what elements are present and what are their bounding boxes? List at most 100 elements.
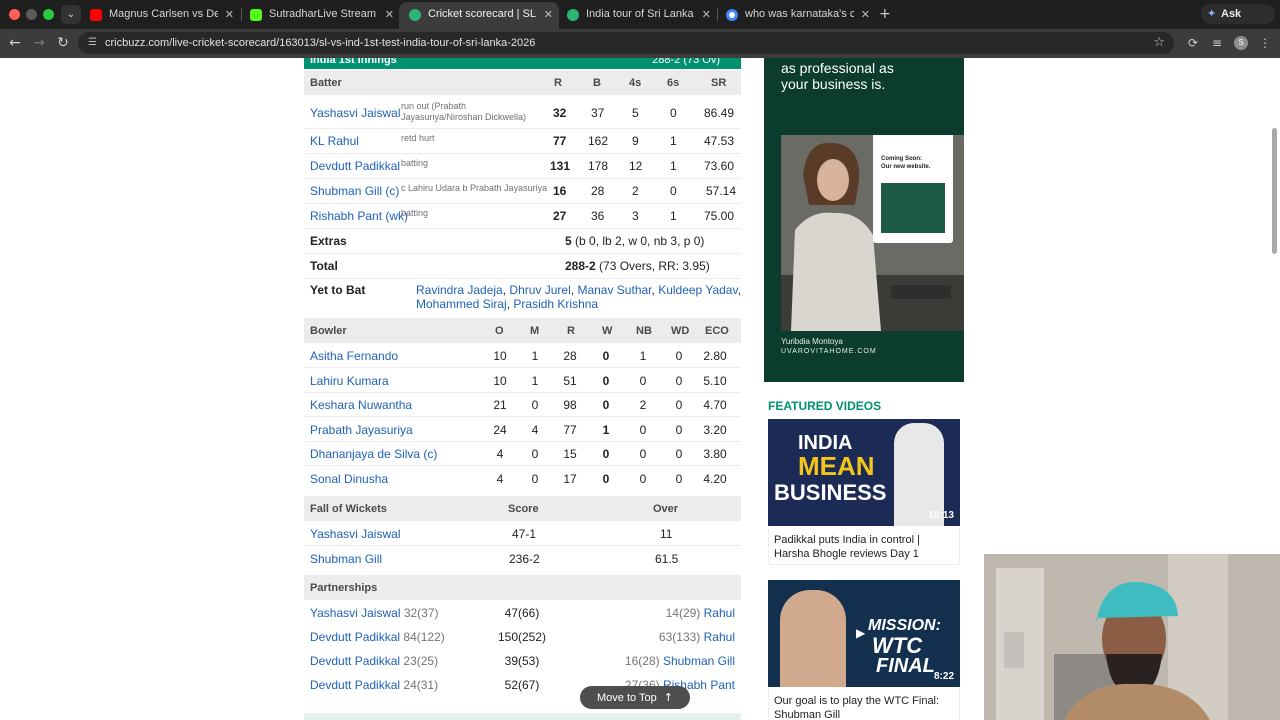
batter-name-link[interactable]: Devdutt Padikkal (310, 159, 400, 173)
bowler-name-link[interactable]: Dhananjaya de Silva (c) (310, 447, 437, 461)
batter-name-link[interactable]: Shubman Gill (c) (310, 184, 399, 198)
dismissal-text: run out (Prabath Jayasuriya/Niroshan Dick… (401, 101, 527, 122)
back-arrow-icon[interactable]: ← (5, 33, 25, 53)
advertisement[interactable]: as professional as your business is. Com… (764, 58, 964, 382)
browser-tab[interactable]: who was karnataka's captain ✕ (716, 3, 876, 26)
forward-arrow-icon[interactable]: → (29, 33, 49, 53)
extension-icon[interactable]: ⟳ (1184, 34, 1202, 52)
video-caption-link[interactable]: Padikkal puts India in control | Harsha … (774, 533, 956, 561)
page-scrollbar-thumb[interactable] (1272, 128, 1277, 254)
tab-close-icon[interactable]: ✕ (225, 3, 234, 26)
browser-tab[interactable]: India tour of Sri Lanka 2026 s ✕ (557, 3, 717, 26)
ask-gemini-button[interactable]: ✦ Ask Gemini (1201, 4, 1275, 40)
bowler-w: 0 (602, 398, 610, 413)
batter-runs: 77 (553, 134, 567, 148)
play-icon[interactable]: ▶ (856, 626, 865, 640)
partner-1-link[interactable]: Devdutt Padikkal (310, 630, 400, 644)
yet-to-bat-player-link[interactable]: Mohammed Siraj (416, 297, 507, 311)
partnership-row: Devdutt Padikkal 84(122) 150(252) 63(133) … (304, 624, 741, 648)
batter-strike-rate: 86.49 (704, 106, 735, 120)
bowler-name-link[interactable]: Lahiru Kumara (310, 374, 389, 388)
tab-title: who was karnataka's captain (745, 8, 854, 20)
tab-close-icon[interactable]: ✕ (544, 2, 553, 27)
fow-batter-link[interactable]: Shubman Gill (310, 552, 382, 566)
browser-tab[interactable]: Magnus Carlsen vs Denis Laz ✕ (80, 3, 240, 26)
bowler-name-link[interactable]: Keshara Nuwantha (310, 398, 412, 412)
batter-strike-rate: 73.60 (704, 159, 735, 173)
batter-name-link[interactable]: Yashasvi Jaiswal (310, 106, 400, 120)
batter-row: Shubman Gill (c) c Lahiru Udara b Prabat… (304, 179, 741, 203)
batter-runs: 32 (553, 106, 567, 120)
batter-balls: 36 (591, 209, 605, 223)
partner-1-link[interactable]: Devdutt Padikkal (310, 654, 400, 668)
yet-to-bat-player-link[interactable]: Kuldeep Yadav (658, 283, 737, 297)
video-card[interactable]: INDIA MEAN BUSINESS 10:13 Padikkal puts … (768, 419, 960, 565)
fow-batter-link[interactable]: Yashasvi Jaiswal (310, 527, 400, 541)
bookmark-star-icon[interactable]: ☆ (1153, 32, 1165, 54)
video-duration: 10:13 (928, 510, 954, 521)
bowler-o: 10 (493, 373, 507, 388)
move-to-top-button[interactable]: Move to Top ↑ (580, 686, 690, 709)
batter-name-link[interactable]: KL Rahul (310, 134, 359, 148)
batter-balls: 178 (588, 159, 609, 173)
bowler-r: 98 (563, 398, 577, 413)
browser-tab-active[interactable]: Cricket scorecard | SL vs IND ✕ (399, 2, 559, 29)
video-thumbnail[interactable]: INDIA MEAN BUSINESS 10:13 (768, 419, 960, 526)
separator-comma: , (737, 283, 741, 297)
reading-list-icon[interactable]: ≡ (1208, 34, 1226, 52)
batter-runs: 27 (553, 209, 567, 223)
bowler-m: 0 (531, 398, 539, 413)
batter-balls: 28 (591, 184, 605, 198)
batter-row: Devdutt Padikkal batting 131 178 12 1 73… (304, 154, 741, 178)
new-tab-button[interactable]: + (879, 4, 895, 24)
window-close-button[interactable] (9, 9, 20, 20)
partner-2-link[interactable]: Rahul (704, 630, 735, 644)
runs-header: R (554, 77, 562, 89)
video-caption-link[interactable]: Our goal is to play the WTC Final: Shubm… (774, 694, 956, 720)
tab-close-icon[interactable]: ✕ (861, 3, 870, 26)
partner-2-link[interactable]: Rahul (704, 606, 735, 620)
tab-close-icon[interactable]: ✕ (702, 3, 711, 26)
partner-1-link[interactable]: Devdutt Padikkal (310, 678, 400, 692)
batter-strike-rate: 57.14 (706, 184, 737, 198)
bowler-row: Sonal Dinusha 4 0 17 0 0 0 4.20 (304, 466, 741, 490)
video-thumbnail[interactable]: MISSION: WTC FINAL ▶ 8:22 (768, 580, 960, 687)
google-icon (726, 9, 738, 21)
partner-2-stat: 14(29) (665, 606, 701, 620)
partnership-row: Devdutt Padikkal 23(25) 39(53) 16(28) Shub… (304, 648, 741, 672)
video-card[interactable]: MISSION: WTC FINAL ▶ 8:22 Our goal is to… (768, 580, 960, 720)
kick-icon (250, 9, 262, 21)
yet-to-bat-player-link[interactable]: Manav Suthar (577, 283, 651, 297)
reload-icon[interactable]: ↻ (53, 33, 73, 53)
ad-email-text: Our new website. (881, 164, 931, 170)
site-info-icon[interactable]: ☰ (88, 32, 97, 54)
partner-2-link[interactable]: Shubman Gill (663, 654, 735, 668)
browser-tab[interactable]: SutradharLive Stream - Watc ✕ (240, 3, 400, 26)
bowler-name-link[interactable]: Prabath Jayasuriya (310, 423, 413, 437)
bowler-nb: 0 (639, 373, 647, 388)
bowler-eco: 3.80 (703, 447, 727, 462)
batter-strike-rate: 47.53 (704, 134, 735, 148)
partnerships-header-row: Partnerships (304, 575, 741, 600)
menu-dots-icon[interactable]: ⋮ (1256, 34, 1274, 52)
bowler-header: Bowler (310, 325, 347, 337)
tab-search-chevron-icon[interactable]: ⌄ (61, 5, 81, 24)
balls-header: B (593, 77, 601, 89)
fow-row: Shubman Gill 236-2 61.5 (304, 546, 741, 570)
window-minimize-button[interactable] (26, 9, 37, 20)
profile-avatar[interactable]: S (1234, 36, 1248, 50)
bowler-w: 0 (602, 349, 610, 363)
address-bar[interactable]: ☰ cricbuzz.com/live-cricket-scorecard/16… (78, 32, 1174, 54)
yet-to-bat-player-link[interactable]: Ravindra Jadeja (416, 283, 503, 297)
window-maximize-button[interactable] (43, 9, 54, 20)
tab-close-icon[interactable]: ✕ (385, 3, 394, 26)
yet-to-bat-player-link[interactable]: Prasidh Krishna (513, 297, 598, 311)
batter-name-link[interactable]: Rishabh Pant (wk) (310, 209, 408, 223)
bowler-name-link[interactable]: Asitha Fernando (310, 349, 398, 363)
batter-fours: 9 (632, 134, 639, 148)
yet-to-bat-player-link[interactable]: Dhruv Jurel (509, 283, 570, 297)
sixes-header: 6s (667, 77, 680, 89)
bowler-eco: 4.70 (703, 398, 727, 413)
partner-1-link[interactable]: Yashasvi Jaiswal (310, 606, 400, 620)
bowler-name-link[interactable]: Sonal Dinusha (310, 472, 388, 486)
